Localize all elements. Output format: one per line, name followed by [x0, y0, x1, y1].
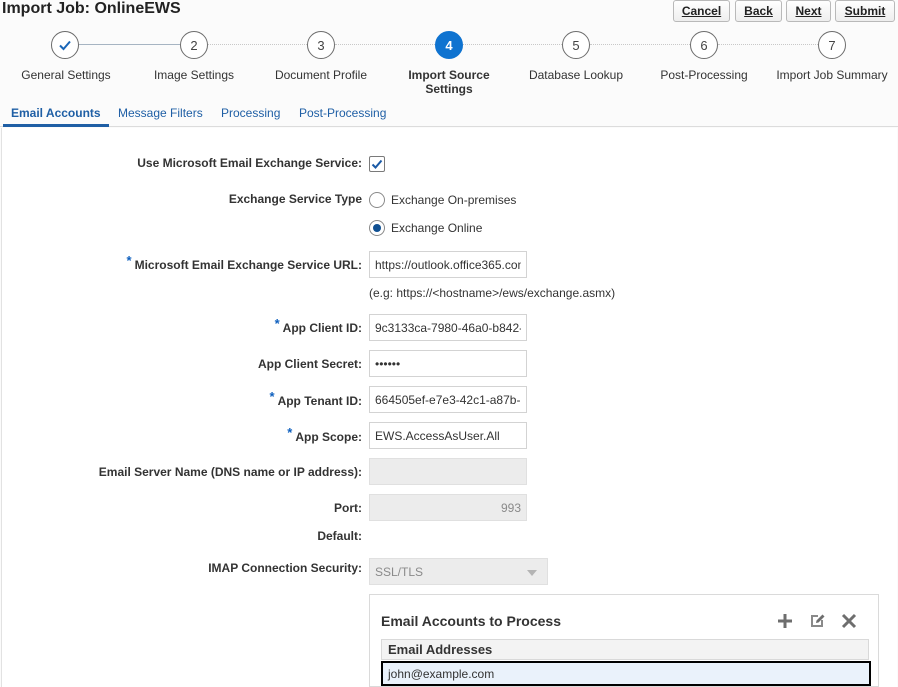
cancel-label: Cancel — [681, 4, 722, 18]
url-label: * Microsoft Email Exchange Service URL: — [127, 253, 362, 272]
train-label-general-settings[interactable]: General Settings — [1, 68, 131, 82]
train-stop-import-job-summary[interactable]: 7 — [818, 31, 846, 59]
tenant-id-input[interactable] — [369, 386, 527, 413]
train-stop-general-settings[interactable] — [51, 31, 79, 59]
client-id-label: * App Client ID: — [275, 316, 362, 335]
submit-label: Submit — [844, 4, 886, 18]
tenant-id-label: * App Tenant ID: — [270, 389, 363, 408]
train-label-image-settings[interactable]: Image Settings — [129, 68, 259, 82]
client-id-label-text: App Client ID: — [282, 321, 362, 335]
submit-button[interactable]: Submit — [835, 0, 895, 22]
tab-message-filters[interactable]: Message Filters — [118, 103, 203, 127]
tenant-id-label-text: App Tenant ID: — [277, 394, 362, 408]
table-row[interactable]: john@example.com — [381, 661, 871, 686]
option-exchange-on-premises[interactable]: Exchange On-premises — [391, 193, 516, 207]
cancel-button[interactable]: Cancel — [673, 0, 730, 22]
url-label-text: Microsoft Email Exchange Service URL: — [134, 258, 362, 272]
train-stop-database-lookup[interactable]: 5 — [562, 31, 590, 59]
use-exchange-label: Use Microsoft Email Exchange Service: — [137, 156, 362, 170]
required-icon: * — [274, 316, 280, 331]
page-title: Import Job: OnlineEWS — [2, 0, 181, 17]
train-stop-image-settings[interactable]: 2 — [180, 31, 208, 59]
add-icon[interactable] — [775, 611, 795, 631]
train-connector — [335, 44, 435, 45]
client-secret-input[interactable] — [369, 350, 527, 377]
next-button[interactable]: Next — [786, 0, 831, 22]
scope-input[interactable] — [369, 422, 527, 449]
checkmark-icon — [59, 40, 71, 51]
train-connector — [463, 44, 562, 45]
train-connector — [208, 44, 307, 45]
radio-exchange-online[interactable] — [369, 220, 385, 236]
train-label-post-processing[interactable]: Post-Processing — [639, 68, 769, 82]
email-accounts-table: Email Accounts to Process Email Addresse… — [369, 594, 879, 687]
train-label-database-lookup[interactable]: Database Lookup — [511, 68, 641, 82]
tab-email-accounts[interactable]: Email Accounts — [3, 103, 109, 127]
train-stop-import-source-settings[interactable]: 4 — [435, 31, 463, 59]
client-secret-label: App Client Secret: — [257, 357, 362, 371]
train-connector — [590, 44, 690, 45]
tab-processing[interactable]: Processing — [221, 103, 280, 127]
scope-label: * App Scope: — [287, 425, 362, 444]
edit-icon[interactable] — [807, 611, 827, 631]
imap-security-select[interactable]: SSL/TLS — [369, 558, 548, 585]
email-accounts-title: Email Accounts to Process — [381, 613, 561, 629]
train-label-import-source-settings[interactable]: Import Source Settings — [394, 68, 504, 96]
tab-bar: Email Accounts Message Filters Processin… — [0, 103, 898, 127]
train-stop-post-processing[interactable]: 6 — [690, 31, 718, 59]
scope-label-text: App Scope: — [295, 430, 362, 444]
tab-post-processing[interactable]: Post-Processing — [299, 103, 386, 127]
dropdown-caret-icon — [527, 570, 537, 576]
port-input[interactable] — [369, 494, 527, 521]
next-label: Next — [795, 4, 822, 18]
train-connector — [79, 44, 180, 45]
train-connector — [718, 44, 818, 45]
client-id-input[interactable] — [369, 314, 527, 341]
option-exchange-online[interactable]: Exchange Online — [391, 221, 482, 235]
column-header-email-addresses[interactable]: Email Addresses — [381, 639, 869, 660]
use-exchange-checkbox[interactable] — [369, 156, 385, 172]
service-type-label: Exchange Service Type — [228, 192, 362, 206]
train-label-import-job-summary[interactable]: Import Job Summary — [767, 68, 897, 82]
port-label: Port: — [334, 501, 362, 515]
url-hint: (e.g: https://<hostname>/ews/exchange.as… — [369, 286, 616, 300]
required-icon: * — [269, 389, 275, 404]
back-button[interactable]: Back — [735, 0, 782, 22]
server-name-label: Email Server Name (DNS name or IP addres… — [98, 465, 362, 479]
server-name-input[interactable] — [369, 458, 527, 485]
required-icon: * — [126, 253, 132, 268]
imap-security-value: SSL/TLS — [375, 565, 424, 579]
imap-security-label: IMAP Connection Security: — [208, 561, 362, 575]
checkmark-icon — [371, 159, 383, 169]
radio-exchange-on-premises[interactable] — [369, 192, 385, 208]
delete-icon[interactable] — [839, 611, 859, 631]
default-label: Default: — [317, 529, 362, 543]
train-label-document-profile[interactable]: Document Profile — [256, 68, 386, 82]
exchange-url-input[interactable] — [369, 251, 527, 278]
train-stop-document-profile[interactable]: 3 — [307, 31, 335, 59]
required-icon: * — [287, 425, 293, 440]
back-label: Back — [744, 4, 773, 18]
